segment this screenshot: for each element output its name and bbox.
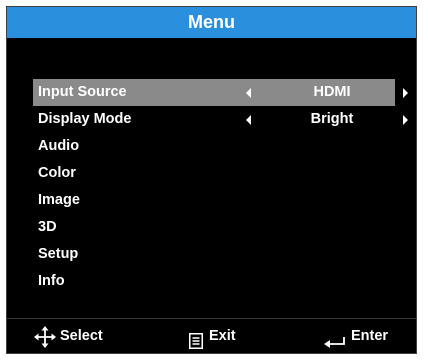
menu-item-label: Setup: [38, 246, 79, 262]
menu-item-label: Audio: [38, 138, 80, 154]
menu-item-display-mode[interactable]: Display Mode Bright: [33, 106, 408, 133]
left-arrow-icon[interactable]: [246, 115, 251, 125]
menu-item-info[interactable]: Info: [33, 268, 395, 295]
menu-item-color[interactable]: Color: [33, 160, 395, 187]
menu-item-setup[interactable]: Setup: [33, 241, 395, 268]
exit-hint-label: Exit: [209, 328, 236, 344]
enter-hint-label: Enter: [351, 328, 389, 344]
input-source-value: HDMI: [313, 84, 351, 100]
menu-item-input-source[interactable]: Input Source HDMI: [33, 79, 408, 106]
menu-item-label: Info: [38, 273, 65, 289]
menu-item-label: Image: [38, 192, 80, 208]
menu-item-audio[interactable]: Audio: [33, 133, 395, 160]
menu-icon: [189, 328, 203, 362]
menu-title: Menu: [7, 7, 416, 38]
menu-item-3d[interactable]: 3D: [33, 214, 395, 241]
left-arrow-icon[interactable]: [246, 88, 251, 98]
menu-item-label: Color: [38, 165, 76, 181]
select-hint-label: Select: [60, 328, 103, 344]
display-mode-value: Bright: [310, 111, 354, 127]
four-way-arrows-icon: [34, 326, 56, 361]
menu-item-label: Display Mode: [38, 111, 132, 127]
enter-return-icon: [323, 329, 347, 363]
menu-item-image[interactable]: Image: [33, 187, 395, 214]
right-arrow-icon[interactable]: [403, 115, 408, 125]
osd-menu-window: Menu Input Source HDMI Display Mode Brig…: [6, 6, 417, 354]
menu-item-label: Input Source: [38, 84, 127, 100]
right-arrow-icon[interactable]: [403, 88, 408, 98]
menu-list: Input Source HDMI Display Mode Bright Au…: [33, 79, 408, 295]
footer-hints: Select Exit Enter: [7, 319, 416, 353]
menu-item-label: 3D: [38, 219, 57, 235]
